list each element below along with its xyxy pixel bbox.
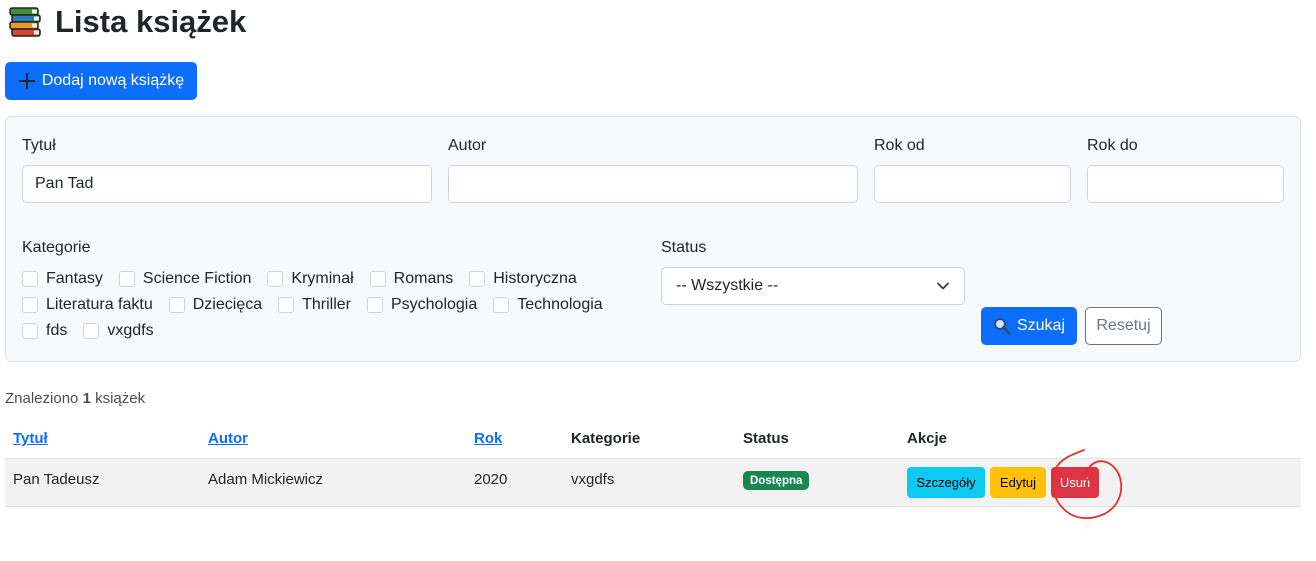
checkbox[interactable] [22, 297, 38, 313]
category-thriller[interactable]: Thriller [278, 296, 351, 314]
page-title: Lista książek [55, 4, 247, 39]
checkbox[interactable] [22, 323, 38, 339]
details-button[interactable]: Szczegóły [907, 467, 985, 498]
sort-title-header[interactable]: Tytuł [13, 429, 48, 449]
title-filter-label: Tytuł [22, 137, 56, 154]
add-book-button[interactable]: Dodaj nową książkę [5, 62, 197, 100]
row-year: 2020 [474, 471, 508, 488]
categories-row-3: fds vxgdfs [22, 318, 619, 344]
year-from-label: Rok od [874, 137, 925, 154]
annotation-circle [1051, 449, 1123, 519]
search-button-label: Szukaj [1016, 317, 1066, 334]
results-prefix: Znaleziono [5, 390, 79, 407]
row-categories: vxgdfs [571, 471, 615, 488]
categories-label: Kategorie [22, 239, 91, 256]
results-count: Znaleziono 1 książek [5, 389, 145, 409]
checkbox[interactable] [22, 271, 38, 287]
category-fantasy[interactable]: Fantasy [22, 270, 103, 288]
books-icon [8, 6, 42, 38]
categories-row-1: Fantasy Science Fiction Kryminał Romans … [22, 266, 619, 292]
categories-header: Kategorie [571, 430, 641, 447]
category-science-fiction[interactable]: Science Fiction [118, 270, 251, 288]
author-filter-label: Autor [448, 137, 487, 154]
search-button[interactable]: Szukaj [981, 307, 1077, 345]
checkbox[interactable] [469, 271, 486, 287]
category-historyczna[interactable]: Historyczna [469, 270, 577, 288]
status-badge: Dostępna [743, 471, 810, 490]
results-number: 1 [82, 390, 91, 407]
categories-row-2: Literatura faktu Dziecięca Thriller Psyc… [22, 292, 619, 318]
year-to-input[interactable] [1087, 165, 1284, 203]
status-header: Status [743, 430, 789, 447]
checkbox[interactable] [118, 271, 135, 287]
category-dziecieca[interactable]: Dziecięca [168, 296, 262, 314]
chevron-down-icon [937, 282, 949, 290]
category-romans[interactable]: Romans [369, 270, 453, 288]
magnifier-icon [993, 318, 1011, 335]
category-vxgdfs[interactable]: vxgdfs [83, 322, 154, 340]
add-book-label: Dodaj nową książkę [41, 72, 185, 89]
actions-header: Akcje [907, 430, 948, 447]
year-from-input[interactable] [874, 165, 1071, 203]
checkbox[interactable] [278, 297, 295, 313]
author-filter-input[interactable] [448, 165, 858, 203]
category-fds[interactable]: fds [22, 322, 67, 340]
checkbox[interactable] [493, 297, 510, 313]
edit-button[interactable]: Edytuj [990, 467, 1046, 498]
title-filter-input[interactable]: Pan Tad [22, 165, 432, 203]
status-select-value: -- Wszystkie -- [676, 277, 779, 294]
plus-icon [18, 73, 35, 89]
status-filter-label: Status [661, 239, 707, 256]
sort-year-header[interactable]: Rok [474, 429, 502, 449]
year-to-label: Rok do [1087, 137, 1138, 154]
categories-checkbox-group: Fantasy Science Fiction Kryminał Romans … [22, 266, 619, 344]
sort-author-header[interactable]: Autor [208, 429, 248, 449]
category-psychologia[interactable]: Psychologia [366, 296, 477, 314]
status-select[interactable]: -- Wszystkie -- [661, 267, 965, 305]
checkbox[interactable] [267, 271, 284, 287]
checkbox[interactable] [83, 323, 100, 339]
category-technologia[interactable]: Technologia [493, 296, 603, 314]
checkbox[interactable] [168, 297, 185, 313]
results-suffix: książek [95, 390, 146, 407]
row-author: Adam Mickiewicz [208, 471, 324, 488]
category-kryminal[interactable]: Kryminał [267, 270, 354, 288]
reset-button[interactable]: Resetuj [1085, 307, 1162, 345]
checkbox[interactable] [366, 297, 383, 313]
checkbox[interactable] [369, 271, 386, 287]
category-literatura-faktu[interactable]: Literatura faktu [22, 296, 153, 314]
row-title: Pan Tadeusz [13, 471, 100, 488]
